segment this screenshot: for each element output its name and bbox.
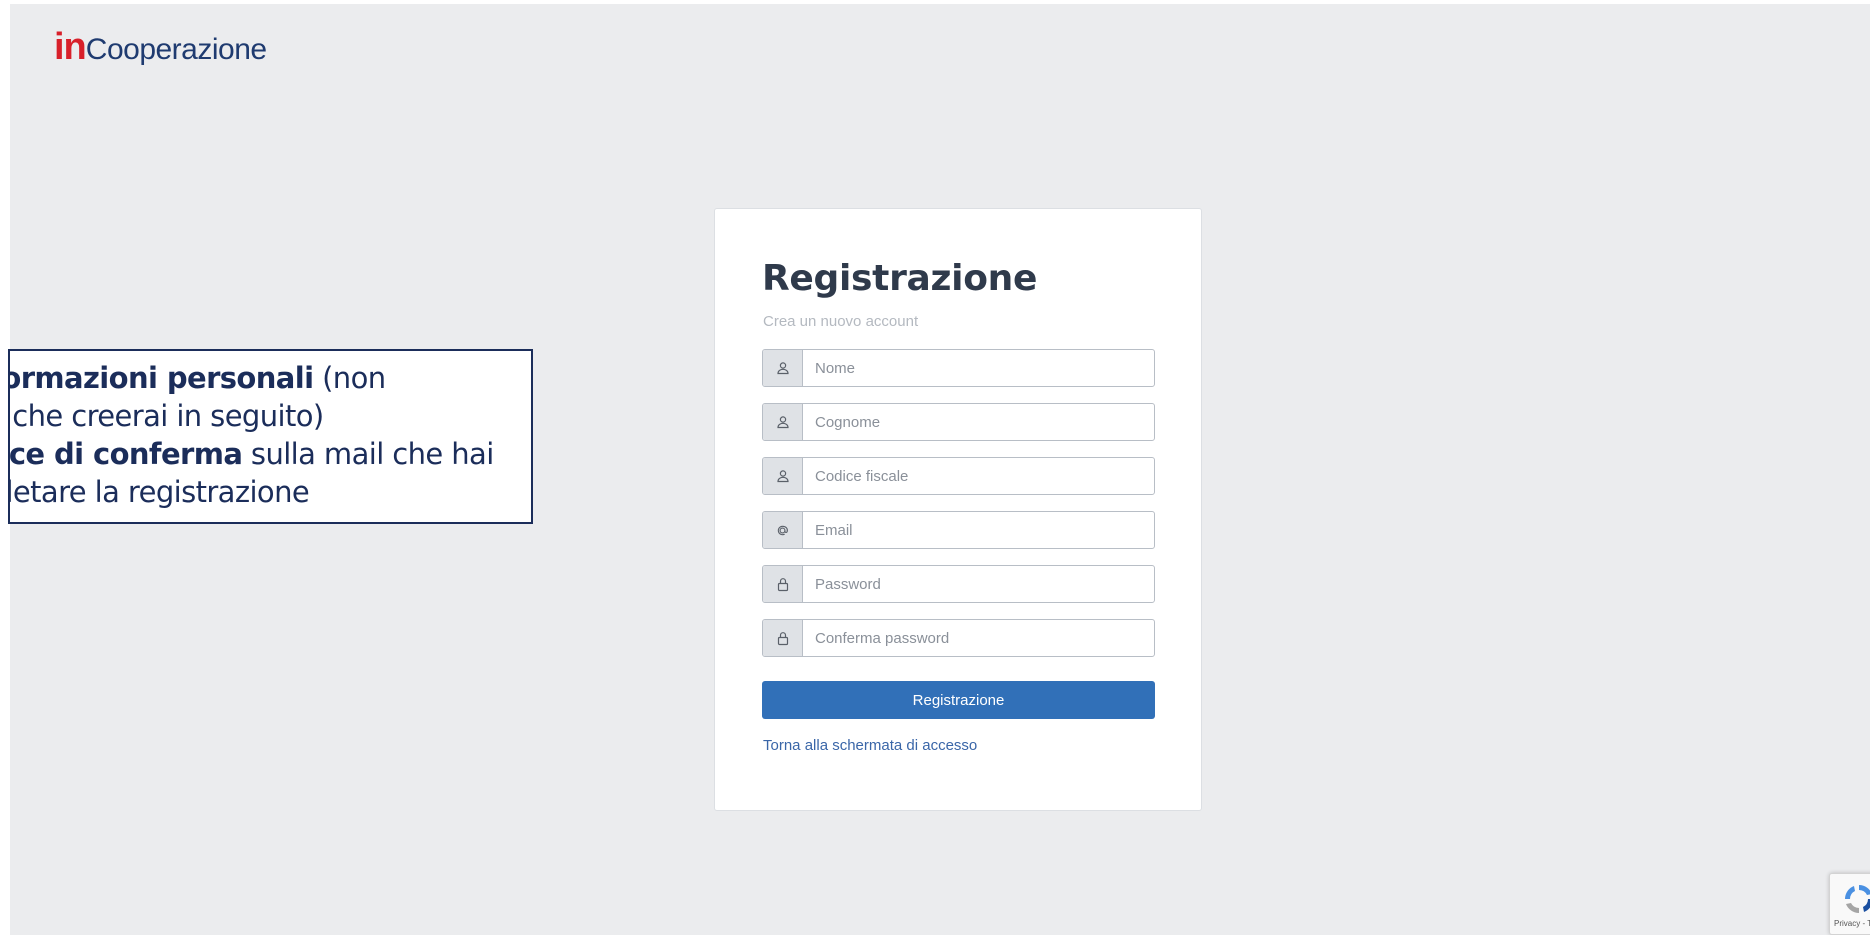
at-icon (763, 512, 803, 548)
callout-line-3-bold: odice di conferma (8, 437, 243, 471)
page-title: Registrazione (762, 258, 1038, 299)
user-icon (763, 350, 803, 386)
logo-in-text: in (54, 26, 87, 68)
callout-line-1-rest: (non (313, 361, 386, 395)
password-field (762, 565, 1155, 603)
recaptcha-badge[interactable]: Privacy - Termini (1829, 873, 1870, 935)
user-icon (763, 404, 803, 440)
callout-line-1: informazioni personali (non (10, 359, 520, 397)
callout-line-2: ne, che creerai in seguito) (10, 399, 324, 433)
callout-line-3-rest: sulla mail che hai (242, 437, 494, 471)
page-background: in Cooperazione informazioni personali (… (8, 4, 1870, 935)
tax-code-input[interactable] (803, 458, 1154, 494)
callout-line-4: mpletare la registrazione (10, 475, 310, 509)
email-input[interactable] (803, 512, 1154, 548)
registration-card: Registrazione Crea un nuovo account Nome… (714, 208, 1202, 811)
recaptcha-icon (1842, 882, 1870, 921)
first-name-field (762, 349, 1155, 387)
back-to-login-link[interactable]: Torna alla schermata di accesso (763, 737, 977, 754)
incooperazione-logo[interactable]: in Cooperazione (54, 26, 267, 72)
email-field (762, 511, 1155, 549)
lock-icon (763, 620, 803, 656)
recaptcha-links[interactable]: Privacy - Termini (1834, 919, 1870, 928)
last-name-input[interactable] (803, 404, 1154, 440)
logo-cooperazione-text: Cooperazione (85, 33, 267, 66)
callout-line-1-bold: informazioni personali (10, 361, 314, 395)
callout-line-3: odice di conferma sulla mail che hai (8, 435, 520, 473)
page-subtitle: Crea un nuovo account (763, 313, 919, 330)
tax-code-field (762, 457, 1155, 495)
instruction-callout: informazioni personali (non ne, che cree… (8, 349, 533, 524)
user-icon (763, 458, 803, 494)
password-input[interactable] (803, 566, 1154, 602)
callout-text: informazioni personali (non ne, che cree… (8, 359, 520, 511)
confirm-password-field (762, 619, 1155, 657)
lock-icon (763, 566, 803, 602)
confirm-password-input[interactable] (803, 620, 1154, 656)
last-name-field (762, 403, 1155, 441)
first-name-input[interactable] (803, 350, 1154, 386)
register-button[interactable]: Registrazione (762, 681, 1155, 719)
